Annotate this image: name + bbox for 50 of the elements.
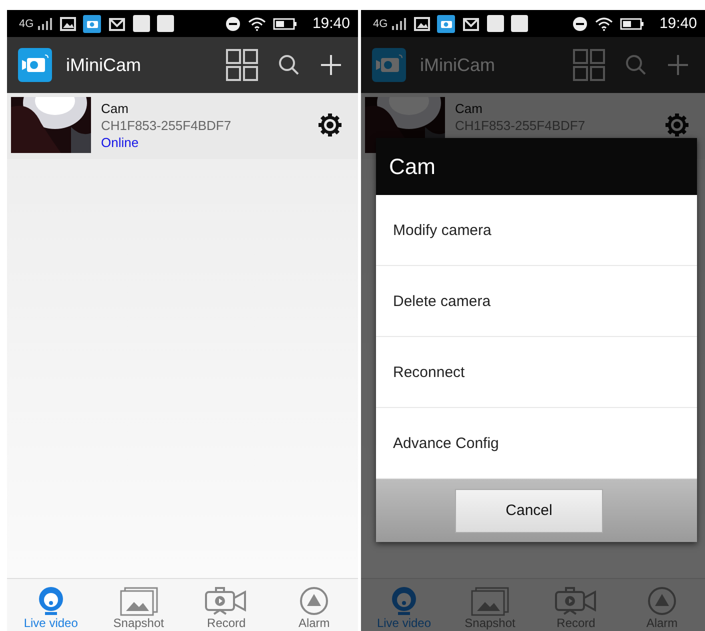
warning-icon <box>299 586 330 616</box>
camera-name: Cam <box>101 101 130 116</box>
menu-item[interactable]: Reconnect <box>376 337 697 408</box>
camera-name: Cam <box>455 101 484 116</box>
mail-icon <box>462 16 480 32</box>
do-not-disturb-icon <box>572 16 588 32</box>
do-not-disturb-icon <box>225 16 242 32</box>
images-icon <box>118 586 159 616</box>
battery-icon <box>273 18 298 30</box>
clock: 19:40 <box>659 15 697 32</box>
signal-icon <box>390 18 407 30</box>
app-logo-icon <box>372 48 406 82</box>
camera-row[interactable]: Cam CH1F853-255F4BDF7 Online <box>7 93 358 159</box>
image-icon <box>414 16 430 30</box>
battery-icon <box>620 18 644 30</box>
cancel-button[interactable]: Cancel <box>455 488 603 532</box>
clock: 19:40 <box>312 15 350 32</box>
app-logo-icon <box>18 48 52 82</box>
notification-icon <box>486 15 504 32</box>
video-camera-icon <box>554 586 598 616</box>
search-icon[interactable] <box>278 54 300 76</box>
nav-tab[interactable]: Snapshot <box>94 579 182 631</box>
network-label: 4G <box>19 18 34 30</box>
add-icon[interactable] <box>320 54 342 76</box>
warning-icon <box>647 586 677 616</box>
nav-tab[interactable]: Record <box>182 579 270 631</box>
wifi-icon <box>595 16 614 30</box>
nav-tab[interactable]: Alarm <box>270 579 358 631</box>
nav-tab[interactable]: Live video <box>7 579 95 631</box>
notification-icon <box>510 15 528 32</box>
camera-status: Online <box>101 135 140 150</box>
menu-item[interactable]: Modify camera <box>376 195 697 266</box>
camera-id: CH1F853-255F4BDF7 <box>101 118 232 133</box>
grid-view-icon[interactable] <box>226 49 258 81</box>
notification-icon <box>132 15 150 32</box>
wifi-icon <box>248 16 266 30</box>
signal-icon <box>36 18 53 30</box>
app-title: iMiniCam <box>420 54 496 76</box>
video-camera-icon <box>204 586 248 616</box>
images-icon <box>470 586 510 616</box>
network-label: 4G <box>373 18 388 30</box>
image-icon <box>60 16 76 30</box>
dialog-title: Cam <box>376 138 697 195</box>
app-title: iMiniCam <box>66 54 142 76</box>
camera-app-icon <box>436 14 455 32</box>
menu-item[interactable]: Delete camera <box>376 266 697 337</box>
camera-app-icon <box>82 14 101 32</box>
mail-icon <box>108 16 126 32</box>
notification-icon <box>156 15 174 32</box>
webcam-icon <box>389 586 419 616</box>
